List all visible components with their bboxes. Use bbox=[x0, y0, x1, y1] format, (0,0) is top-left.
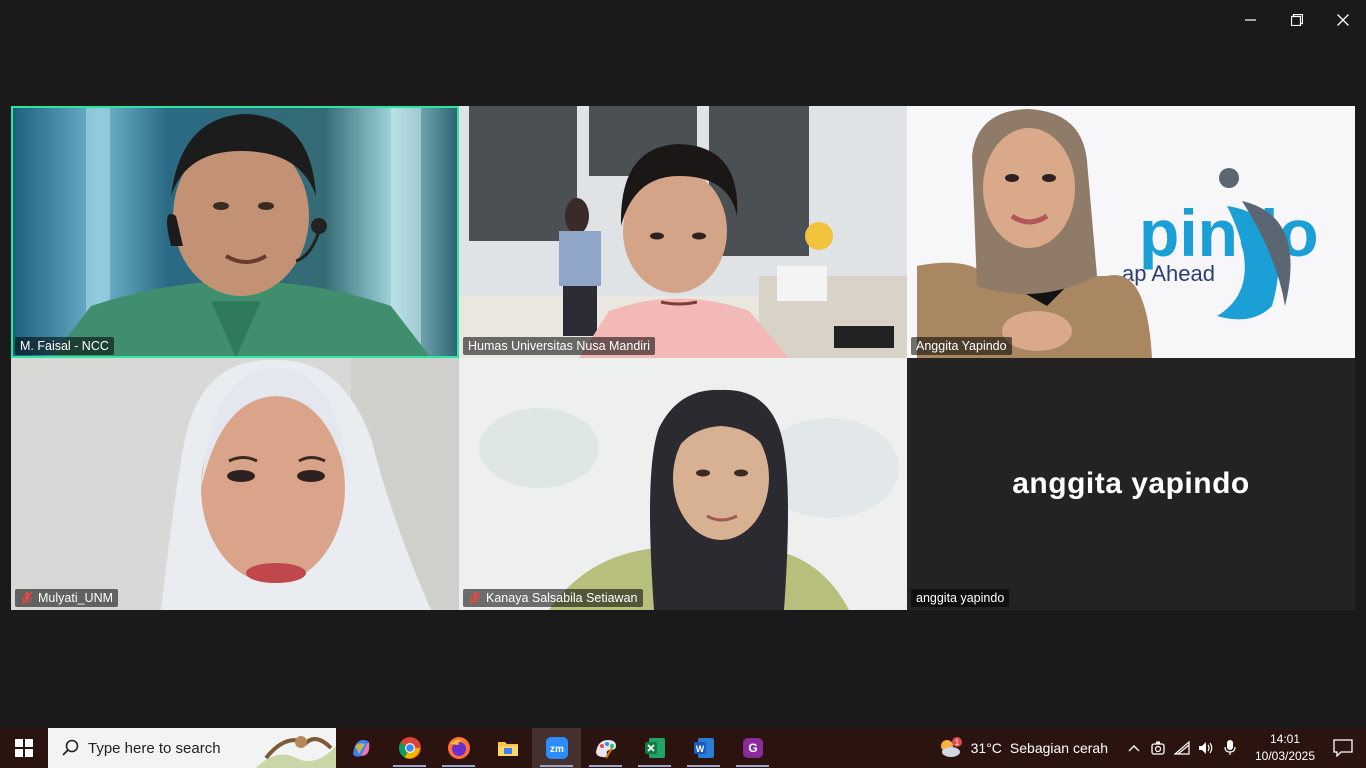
volume-button[interactable] bbox=[1194, 728, 1218, 768]
participant-nametag: M. Faisal - NCC bbox=[15, 337, 114, 355]
participant-nametag: anggita yapindo bbox=[911, 589, 1010, 607]
microphone-muted-icon bbox=[21, 591, 33, 605]
wifi-icon bbox=[1174, 740, 1190, 755]
chrome-app[interactable] bbox=[385, 728, 434, 768]
copilot-icon bbox=[352, 740, 369, 757]
clock[interactable]: 14:01 10/03/2025 bbox=[1250, 731, 1320, 765]
clock-date: 10/03/2025 bbox=[1254, 749, 1316, 763]
participant-name: M. Faisal - NCC bbox=[20, 339, 109, 353]
video-tile-anggita-yapindo-off[interactable]: anggita yapindo anggita yapindo bbox=[907, 358, 1355, 610]
show-hidden-icons-button[interactable] bbox=[1122, 728, 1146, 768]
clock-time: 14:01 bbox=[1269, 732, 1301, 746]
weather-description: Sebagian cerah bbox=[1009, 740, 1108, 756]
video-tile-humas[interactable]: Humas Universitas Nusa Mandiri bbox=[459, 106, 907, 358]
excel-app[interactable] bbox=[630, 728, 679, 768]
video-tile-kanaya[interactable]: Kanaya Salsabila Setiawan bbox=[459, 358, 907, 610]
chrome-icon bbox=[398, 737, 421, 759]
participant-name: Anggita Yapindo bbox=[916, 339, 1007, 353]
svg-text:zm: zm bbox=[550, 744, 564, 755]
zoom-icon: zm bbox=[545, 737, 568, 759]
word-icon: W bbox=[693, 738, 714, 758]
paint-app[interactable] bbox=[581, 728, 630, 768]
notifications-button[interactable] bbox=[1320, 728, 1366, 768]
weather-partly-sunny-icon: 1 bbox=[940, 737, 962, 757]
participant-name: Mulyati_UNM bbox=[38, 591, 114, 605]
restore-button[interactable] bbox=[1274, 0, 1320, 40]
participant-nametag: Humas Universitas Nusa Mandiri bbox=[463, 337, 656, 355]
video-feed: pindo ap Ahead bbox=[907, 106, 1355, 358]
weather-temp: 31°C bbox=[970, 740, 1002, 756]
windows-icon bbox=[15, 739, 33, 757]
firefox-icon bbox=[447, 737, 470, 759]
word-app[interactable]: W bbox=[679, 728, 728, 768]
restore-icon bbox=[1291, 14, 1303, 26]
microphone-button[interactable] bbox=[1218, 728, 1242, 768]
logo-subtext: ap Ahead bbox=[1122, 261, 1215, 286]
search-placeholder: Type here to search bbox=[88, 739, 221, 757]
file-explorer-app[interactable] bbox=[483, 728, 532, 768]
video-feed bbox=[459, 358, 907, 610]
participant-name: Kanaya Salsabila Setiawan bbox=[486, 591, 638, 605]
video-tile-mulyati[interactable]: Mulyati_UNM bbox=[11, 358, 459, 610]
video-feed bbox=[11, 106, 459, 358]
system-tray: 1 31°C Sebagian cerah 14:01 10/03/2025 bbox=[937, 728, 1366, 768]
minimize-icon bbox=[1245, 19, 1256, 21]
search-icon bbox=[62, 739, 79, 756]
pdf-app[interactable]: G bbox=[728, 728, 777, 768]
video-off-name: anggita yapindo bbox=[1012, 467, 1250, 500]
zoom-app[interactable]: zm bbox=[532, 728, 581, 768]
close-icon bbox=[1337, 14, 1349, 26]
svg-text:W: W bbox=[695, 744, 704, 754]
weather-widget[interactable]: 1 31°C Sebagian cerah bbox=[937, 736, 1108, 760]
search-highlight-icon bbox=[256, 736, 336, 768]
participant-nametag: Mulyati_UNM bbox=[15, 589, 119, 607]
firefox-app[interactable] bbox=[434, 728, 483, 768]
svg-text:1: 1 bbox=[954, 738, 959, 747]
start-button[interactable] bbox=[0, 728, 48, 768]
taskbar: Type here to search zm W G 1 31°C Sebagi… bbox=[0, 728, 1366, 768]
copilot-app[interactable] bbox=[336, 728, 385, 768]
pdf-app-icon: G bbox=[742, 738, 763, 758]
chevron-up-icon bbox=[1128, 745, 1140, 752]
video-tile-m-faisal[interactable]: M. Faisal - NCC bbox=[11, 106, 459, 358]
excel-icon bbox=[644, 738, 665, 758]
video-grid: M. Faisal - NCC Humas Universitas Nusa M… bbox=[11, 106, 1355, 610]
video-feed bbox=[459, 106, 907, 358]
video-feed bbox=[11, 358, 459, 610]
close-button[interactable] bbox=[1320, 0, 1366, 40]
participant-nametag: Kanaya Salsabila Setiawan bbox=[463, 589, 643, 607]
window-controls bbox=[1228, 0, 1366, 40]
microphone-icon bbox=[1224, 740, 1236, 755]
meet-now-button[interactable] bbox=[1146, 728, 1170, 768]
participant-name: Humas Universitas Nusa Mandiri bbox=[468, 339, 651, 353]
microphone-muted-icon bbox=[469, 591, 481, 605]
participant-name: anggita yapindo bbox=[916, 591, 1005, 605]
video-tile-anggita-yapindo[interactable]: pindo ap Ahead Anggita Yapindo bbox=[907, 106, 1355, 358]
file-explorer-icon bbox=[497, 742, 518, 756]
speaker-icon bbox=[1199, 742, 1213, 754]
paint-icon bbox=[595, 740, 616, 759]
svg-text:G: G bbox=[748, 741, 757, 755]
minimize-button[interactable] bbox=[1228, 0, 1274, 40]
participant-nametag: Anggita Yapindo bbox=[911, 337, 1012, 355]
network-button[interactable] bbox=[1170, 728, 1194, 768]
search-box[interactable]: Type here to search bbox=[48, 728, 336, 768]
notification-icon bbox=[1333, 739, 1353, 757]
camera-icon bbox=[1151, 741, 1165, 755]
